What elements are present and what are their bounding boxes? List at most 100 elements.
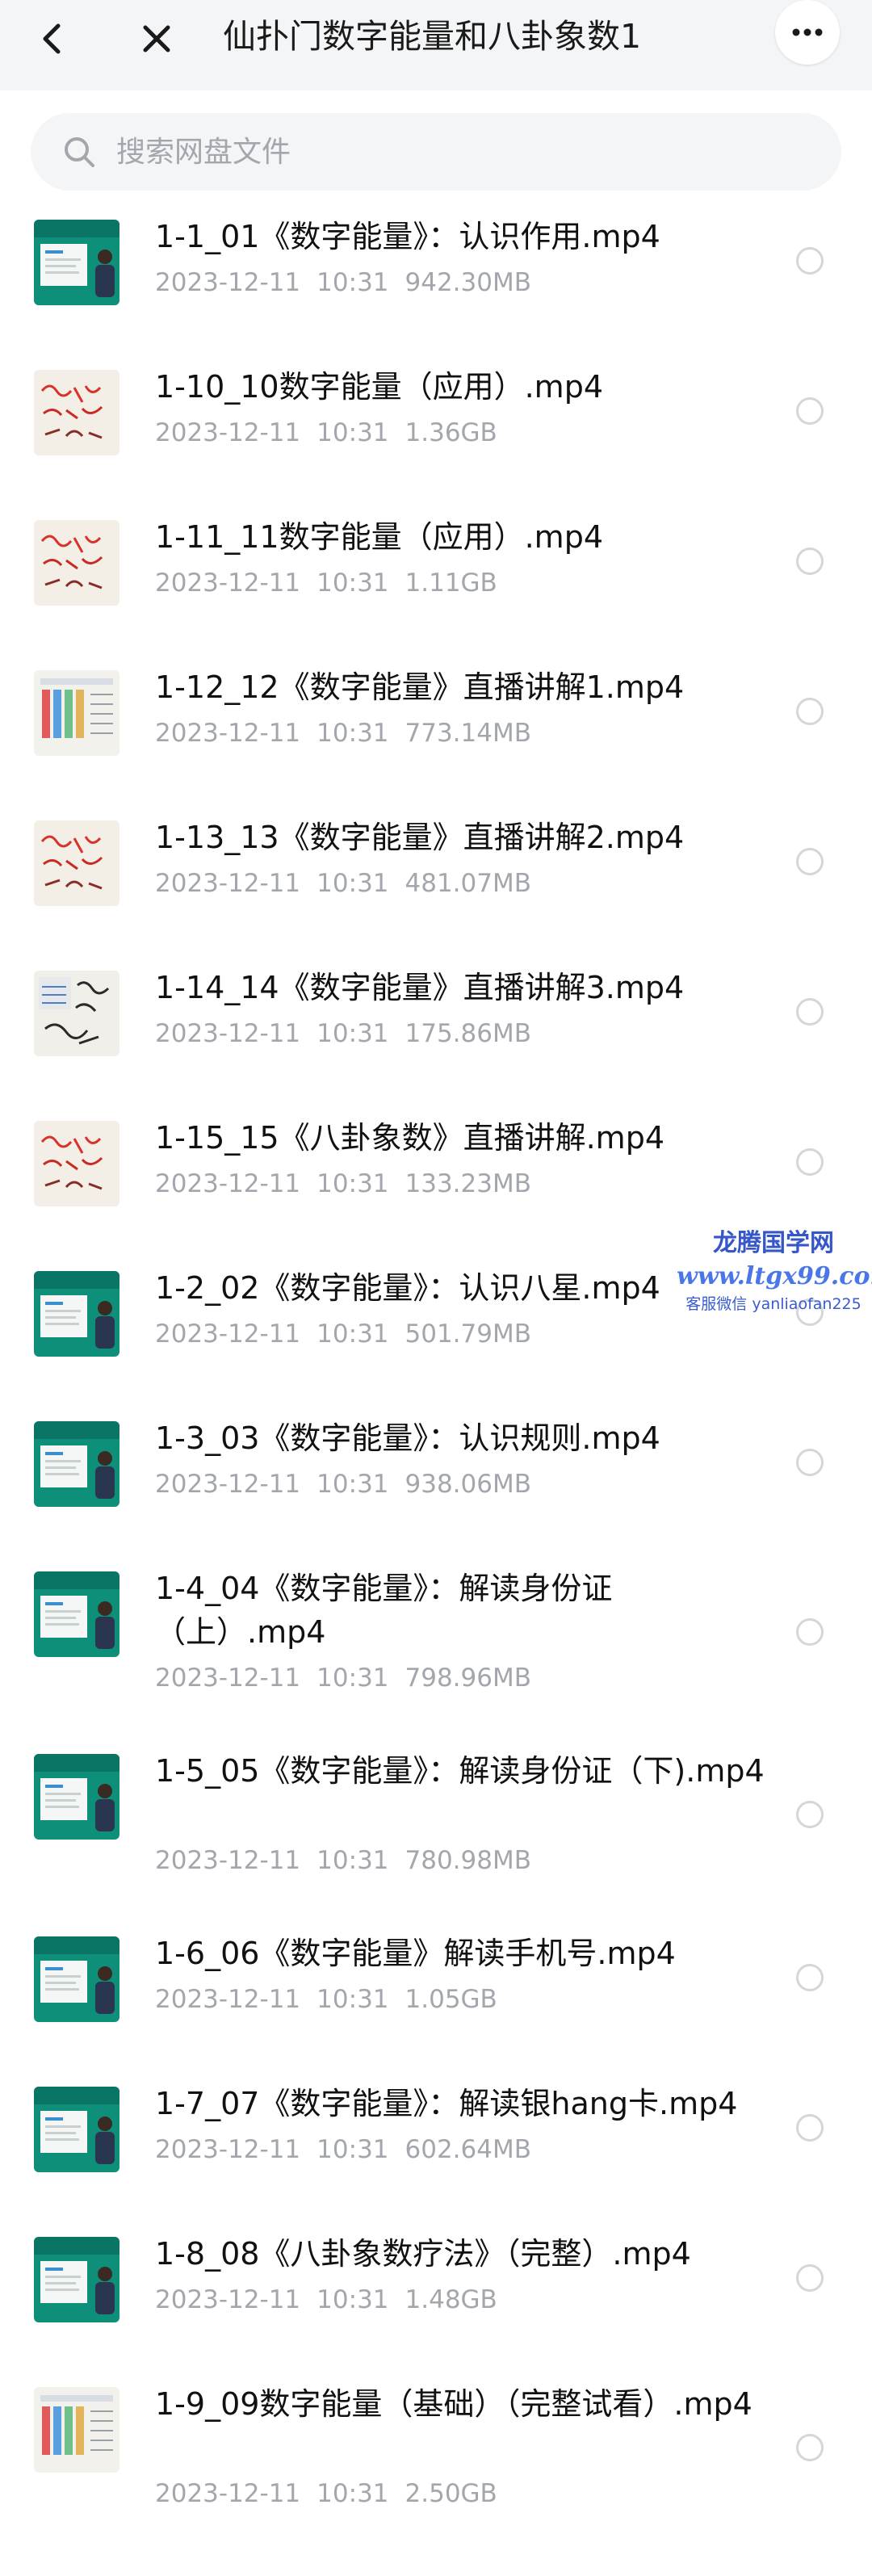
- file-size: 1.11GB: [405, 568, 497, 598]
- file-meta: 2023-12-11 10:31 798.96MB: [155, 1662, 531, 1694]
- select-radio[interactable]: [796, 1801, 824, 1828]
- search-bar[interactable]: [31, 113, 841, 191]
- file-time: 10:31: [317, 869, 389, 898]
- select-radio[interactable]: [796, 1618, 824, 1646]
- file-date: 2023-12-11: [155, 869, 301, 898]
- file-row[interactable]: 1-14_14《数字能量》直播讲解3.mp4 2023-12-11 10:31 175…: [0, 958, 872, 1108]
- file-date: 2023-12-11: [155, 2285, 301, 2314]
- back-button[interactable]: [32, 18, 74, 60]
- file-row[interactable]: 1-9_09数字能量（基础）（完整试看）.mp4 2023-12-11 10:31 2…: [0, 2374, 872, 2557]
- file-name: 1-7_07《数字能量》：解读银hang卡.mp4: [155, 2086, 738, 2121]
- video-thumbnail: [34, 220, 119, 305]
- file-time: 10:31: [317, 1663, 389, 1693]
- file-time: 10:31: [317, 2135, 389, 2164]
- file-size: 1.36GB: [405, 418, 497, 447]
- file-size: 501.79MB: [405, 1319, 531, 1349]
- file-meta: 2023-12-11 10:31 1.05GB: [155, 1983, 497, 2016]
- file-time: 10:31: [317, 1846, 389, 1875]
- file-name: 1-5_05《数字能量》：解读身份证（下).mp4: [155, 1753, 765, 1789]
- select-radio[interactable]: [796, 848, 824, 875]
- file-meta: 2023-12-11 10:31 481.07MB: [155, 867, 531, 900]
- file-meta: 2023-12-11 10:31 773.14MB: [155, 717, 531, 749]
- file-time: 10:31: [317, 1470, 389, 1499]
- select-radio[interactable]: [796, 1964, 824, 1991]
- file-size: 602.64MB: [405, 2135, 531, 2164]
- file-row[interactable]: 1-3_03《数字能量》：认识规则.mp4 2023-12-11 10:31 938.…: [0, 1408, 872, 1559]
- file-date: 2023-12-11: [155, 1985, 301, 2014]
- file-size: 938.06MB: [405, 1470, 531, 1499]
- file-size: 780.98MB: [405, 1846, 531, 1875]
- video-thumbnail: [34, 1421, 119, 1507]
- select-radio[interactable]: [796, 2114, 824, 2142]
- file-row[interactable]: 1-4_04《数字能量》：解读身份证（上）.mp4 2023-12-11 10:31…: [0, 1559, 872, 1741]
- close-button[interactable]: [136, 18, 178, 60]
- more-horizontal-icon: [792, 28, 823, 36]
- file-name: 1-11_11数字能量（应用）.mp4: [155, 519, 603, 555]
- file-size: 2.50GB: [405, 2479, 497, 2508]
- file-name: 1-13_13《数字能量》直播讲解2.mp4: [155, 820, 685, 855]
- video-thumbnail: [34, 1754, 119, 1840]
- file-row[interactable]: 1-13_13《数字能量》直播讲解2.mp4 2023-12-11 10:31 481…: [0, 808, 872, 958]
- file-date: 2023-12-11: [155, 1019, 301, 1048]
- select-radio[interactable]: [796, 998, 824, 1026]
- more-button[interactable]: [775, 0, 840, 65]
- file-row[interactable]: 1-6_06《数字能量》解读手机号.mp4 2023-12-11 10:31 1.05…: [0, 1924, 872, 2074]
- file-row[interactable]: 1-12_12《数字能量》直播讲解1.mp4 2023-12-11 10:31 773…: [0, 657, 872, 808]
- file-date: 2023-12-11: [155, 1663, 301, 1693]
- select-radio[interactable]: [796, 1148, 824, 1176]
- select-radio[interactable]: [796, 548, 824, 575]
- select-radio[interactable]: [796, 2264, 824, 2292]
- file-name: 1-12_12《数字能量》直播讲解1.mp4: [155, 669, 685, 705]
- search-input[interactable]: [116, 113, 811, 191]
- select-radio[interactable]: [796, 397, 824, 425]
- file-name: 1-15_15《八卦象数》直播讲解.mp4: [155, 1120, 664, 1156]
- video-thumbnail: [34, 820, 119, 906]
- file-meta: 2023-12-11 10:31 501.79MB: [155, 1318, 531, 1350]
- watermark: 龙腾国学网 www.ltgx99.com 客服微信 yanliaofan225: [677, 1227, 872, 1315]
- file-row[interactable]: 1-1_01《数字能量》：认识作用.mp4 2023-12-11 10:31 942.…: [0, 207, 872, 357]
- file-meta: 2023-12-11 10:31 1.11GB: [155, 567, 497, 599]
- file-date: 2023-12-11: [155, 418, 301, 447]
- file-date: 2023-12-11: [155, 1470, 301, 1499]
- select-radio[interactable]: [796, 2434, 824, 2461]
- file-time: 10:31: [317, 568, 389, 598]
- file-time: 10:31: [317, 719, 389, 748]
- select-radio[interactable]: [796, 1449, 824, 1476]
- file-name: 1-10_10数字能量（应用）.mp4: [155, 369, 603, 405]
- file-meta: 2023-12-11 10:31 1.36GB: [155, 417, 497, 449]
- select-radio[interactable]: [796, 698, 824, 725]
- file-name: 1-9_09数字能量（基础）（完整试看）.mp4: [155, 2386, 753, 2422]
- file-name: 1-3_03《数字能量》：认识规则.mp4: [155, 1420, 660, 1456]
- file-size: 798.96MB: [405, 1663, 531, 1693]
- file-row[interactable]: 1-10_10数字能量（应用）.mp4 2023-12-11 10:31 1.36GB: [0, 357, 872, 507]
- file-time: 10:31: [317, 1169, 389, 1198]
- file-row[interactable]: 1-8_08《八卦象数疗法》（完整）.mp4 2023-12-11 10:31 1.4…: [0, 2224, 872, 2374]
- file-size: 1.05GB: [405, 1985, 497, 2014]
- file-row[interactable]: 1-11_11数字能量（应用）.mp4 2023-12-11 10:31 1.11GB: [0, 507, 872, 657]
- file-meta: 2023-12-11 10:31 780.98MB: [155, 1844, 531, 1877]
- file-size: 773.14MB: [405, 719, 531, 748]
- video-thumbnail: [34, 370, 119, 455]
- file-row[interactable]: 1-5_05《数字能量》：解读身份证（下).mp4 2023-12-11 10:31…: [0, 1741, 872, 1924]
- file-row[interactable]: 1-7_07《数字能量》：解读银hang卡.mp4 2023-12-11 10:31…: [0, 2074, 872, 2224]
- file-time: 10:31: [317, 2285, 389, 2314]
- file-list: 1-1_01《数字能量》：认识作用.mp4 2023-12-11 10:31 942.…: [0, 207, 872, 2557]
- select-radio[interactable]: [796, 247, 824, 275]
- video-thumbnail: [34, 670, 119, 756]
- file-time: 10:31: [317, 1319, 389, 1349]
- file-meta: 2023-12-11 10:31 942.30MB: [155, 266, 531, 299]
- page-title: 仙扑门数字能量和八卦象数1: [223, 17, 642, 56]
- file-time: 10:31: [317, 1985, 389, 2014]
- file-name: 1-6_06《数字能量》解读手机号.mp4: [155, 1936, 676, 1971]
- search-icon: [65, 137, 94, 167]
- file-size: 1.48GB: [405, 2285, 497, 2314]
- file-name: 1-14_14《数字能量》直播讲解3.mp4: [155, 970, 685, 1005]
- file-date: 2023-12-11: [155, 1169, 301, 1198]
- video-thumbnail: [34, 971, 119, 1056]
- file-date: 2023-12-11: [155, 2135, 301, 2164]
- file-time: 10:31: [317, 1019, 389, 1048]
- file-date: 2023-12-11: [155, 1319, 301, 1349]
- file-size: 942.30MB: [405, 268, 531, 297]
- watermark-title: 龙腾国学网: [713, 1229, 834, 1257]
- top-bar: 仙扑门数字能量和八卦象数1: [0, 0, 872, 90]
